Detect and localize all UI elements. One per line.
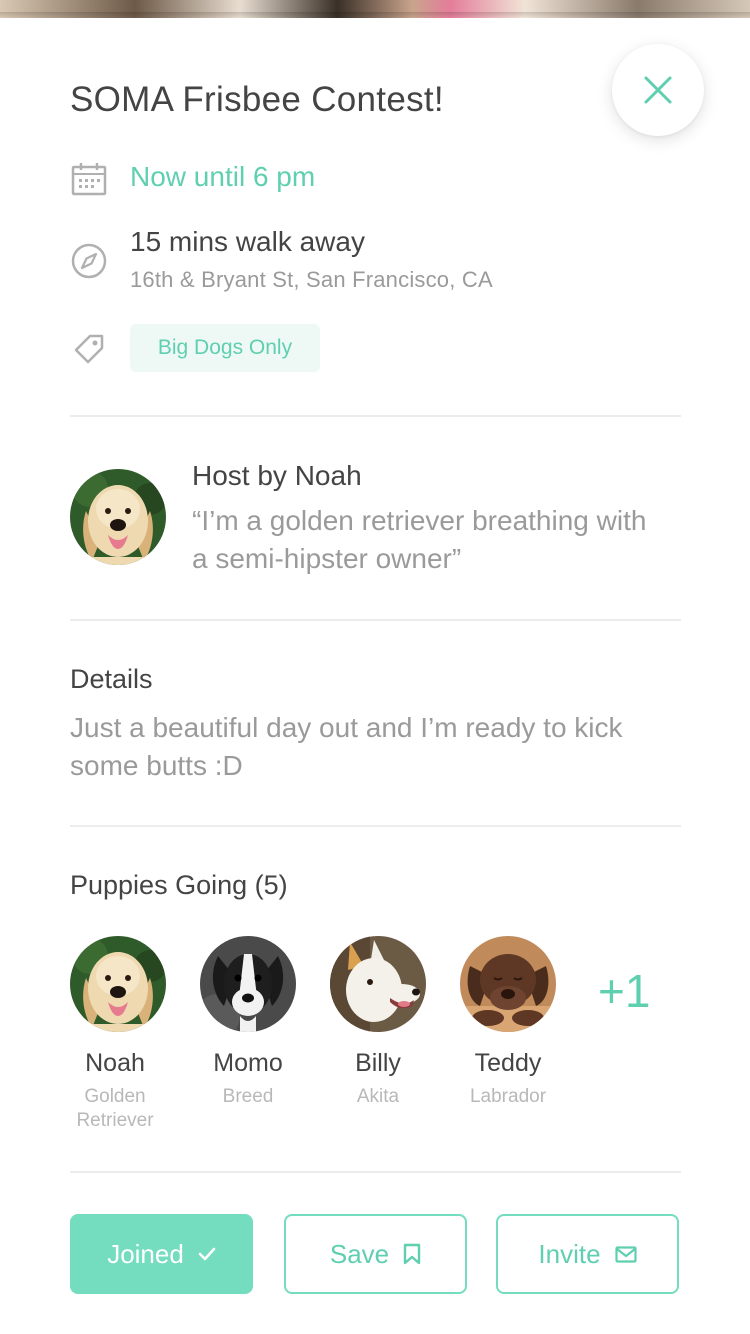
puppy-avatar-noah[interactable] (70, 936, 166, 1032)
puppy-name: Billy (355, 1049, 401, 1077)
joined-label: Joined (107, 1238, 184, 1269)
save-button[interactable]: Save (284, 1214, 467, 1294)
calendar-icon (70, 160, 108, 198)
puppy-avatar-billy[interactable] (330, 936, 426, 1032)
event-time: Now until 6 pm (130, 161, 316, 192)
invite-label: Invite (538, 1238, 601, 1269)
joined-button[interactable]: Joined (70, 1214, 253, 1294)
puppy-breed: Breed (222, 1086, 274, 1107)
puppy-name: Noah (85, 1049, 145, 1077)
puppy-name: Teddy (474, 1049, 542, 1077)
divider (70, 825, 681, 827)
tag-icon (70, 330, 108, 368)
invite-button[interactable]: Invite (496, 1214, 679, 1294)
details-body: Just a beautiful day out and I’m ready t… (70, 712, 623, 781)
puppy-avatar-momo[interactable] (200, 936, 296, 1032)
close-icon (644, 76, 672, 104)
bookmark-icon (403, 1243, 421, 1265)
puppy-breed: Akita (356, 1086, 400, 1107)
more-puppies-count[interactable]: +1 (598, 964, 650, 1018)
hero-image (0, 0, 750, 18)
divider (70, 415, 681, 417)
divider (70, 1171, 681, 1173)
save-label: Save (329, 1238, 390, 1269)
puppy-breed: Golden Retriever (76, 1086, 154, 1131)
event-tag[interactable]: Big Dogs Only (130, 324, 320, 372)
compass-icon (70, 242, 108, 280)
check-icon (198, 1247, 216, 1261)
event-address[interactable]: 16th & Bryant St, San Francisco, CA (130, 267, 493, 293)
walk-distance: 15 mins walk away (130, 226, 365, 257)
puppy-name: Momo (213, 1049, 283, 1077)
mail-icon (614, 1245, 637, 1263)
puppies-going-heading: Puppies Going (5) (70, 870, 288, 900)
event-title: SOMA Frisbee Contest! (70, 80, 444, 119)
puppy-avatar-teddy[interactable] (460, 936, 556, 1032)
host-avatar[interactable] (70, 469, 166, 565)
close-button[interactable] (612, 44, 704, 136)
details-heading: Details (70, 664, 153, 694)
host-quote: “I’m a golden retriever breathing with a… (192, 505, 647, 574)
divider (70, 619, 681, 621)
host-label: Host by Noah (192, 460, 362, 491)
puppy-breed: Labrador (469, 1086, 547, 1107)
